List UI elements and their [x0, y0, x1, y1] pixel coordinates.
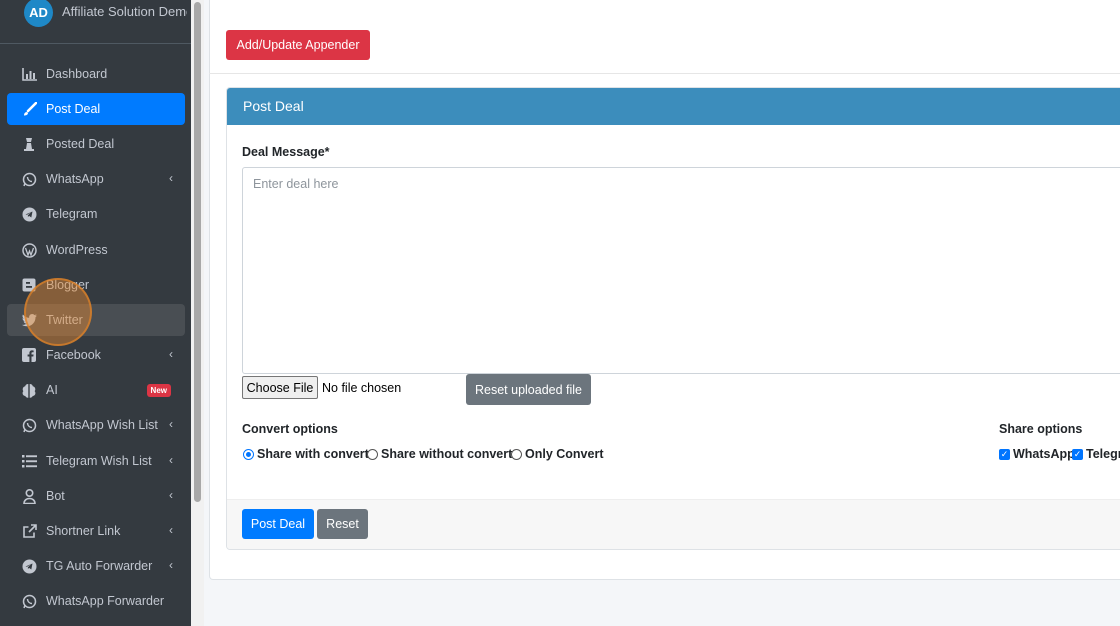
whatsapp-icon	[21, 417, 37, 433]
user-icon	[21, 488, 37, 504]
choose-file-button[interactable]: Choose File	[242, 376, 318, 399]
telegram-icon	[21, 558, 37, 574]
sidebar-item-label: WhatsApp Wish List	[46, 418, 158, 432]
radio-share-with-convert[interactable]: Share with convert	[243, 447, 369, 461]
sidebar-item-posted-deal[interactable]: Posted Deal	[7, 128, 185, 160]
sidebar-item-label: WhatsApp	[46, 172, 104, 186]
divider	[209, 73, 1120, 74]
sidebar-item-label: WordPress	[46, 243, 108, 257]
checkbox-label: Telegr	[1086, 447, 1120, 461]
sidebar-item-label: Post Deal	[46, 102, 101, 116]
paint-brush-icon	[21, 101, 37, 117]
whatsapp-icon	[21, 171, 37, 187]
sidebar-item-label: Twitter	[46, 313, 83, 327]
checkbox-whatsapp[interactable]: ✓ WhatsApp	[999, 447, 1075, 461]
sidebar-item-label: Telegram Wish List	[46, 454, 152, 468]
sidebar-item-label: Blogger	[46, 278, 90, 292]
sidebar-item-telegram-wish-list[interactable]: Telegram Wish List ‹	[7, 445, 185, 477]
deal-message-input[interactable]	[242, 167, 1120, 374]
radio-unselected[interactable]	[367, 448, 378, 460]
sidebar-item-label: WhatsApp Forwarder	[46, 594, 165, 608]
list-icon	[21, 453, 37, 469]
chevron-left-icon: ‹	[169, 453, 173, 467]
brain-icon	[21, 382, 37, 398]
sidebar-item-dashboard[interactable]: Dashboard	[7, 58, 185, 90]
checkbox-checked[interactable]: ✓	[999, 448, 1010, 460]
sidebar-item-post-deal[interactable]: Post Deal	[7, 93, 185, 125]
external-link-icon	[21, 523, 37, 539]
sidebar-item-shortner-link[interactable]: Shortner Link ‹	[7, 515, 185, 547]
chevron-left-icon: ‹	[169, 488, 173, 502]
sidebar-item-bot[interactable]: Bot ‹	[7, 480, 185, 512]
checkbox-telegram[interactable]: ✓ Telegr	[1072, 447, 1120, 461]
facebook-icon	[21, 347, 37, 363]
chart-bar-icon	[21, 66, 37, 82]
convert-options-title: Convert options	[242, 422, 338, 436]
reset-button[interactable]: Reset	[317, 509, 368, 539]
radio-share-without-convert[interactable]: Share without convert	[367, 447, 512, 461]
sidebar: AD Affiliate Solution Demo Dashboard Pos…	[0, 0, 191, 626]
reset-uploaded-file-button[interactable]: Reset uploaded file	[466, 374, 591, 405]
card-title: Post Deal	[243, 98, 304, 114]
sidebar-item-label: Telegram	[46, 207, 98, 221]
radio-label: Share without convert	[381, 447, 513, 461]
sidebar-item-label: Posted Deal	[46, 137, 115, 151]
new-badge: New	[146, 384, 171, 397]
chevron-left-icon: ‹	[169, 171, 173, 185]
sidebar-item-label: TG Auto Forwarder	[46, 559, 153, 573]
blogger-icon	[21, 277, 37, 293]
sidebar-item-twitter[interactable]: Twitter	[7, 304, 185, 336]
chess-rook-icon	[21, 136, 37, 152]
sidebar-item-facebook[interactable]: Facebook ‹	[7, 339, 185, 371]
chevron-left-icon: ‹	[169, 558, 173, 572]
sidebar-item-whatsapp-forwarder[interactable]: WhatsApp Forwarder	[7, 585, 185, 617]
whatsapp-icon	[21, 593, 37, 609]
card-header: Post Deal	[227, 88, 1120, 125]
sidebar-item-blogger[interactable]: Blogger	[7, 269, 185, 301]
wordpress-icon	[21, 242, 37, 258]
twitter-icon	[21, 312, 37, 328]
chevron-left-icon: ‹	[169, 347, 173, 361]
file-status: No file chosen	[322, 381, 402, 395]
sidebar-item-label: Shortner Link	[46, 524, 121, 538]
radio-unselected[interactable]	[511, 448, 522, 460]
brand[interactable]: AD Affiliate Solution Demo	[0, 0, 191, 44]
post-deal-button[interactable]: Post Deal	[242, 509, 314, 539]
avatar[interactable]: AD	[24, 0, 53, 27]
radio-label: Only Convert	[525, 447, 604, 461]
sidebar-item-whatsapp-wish-list[interactable]: WhatsApp Wish List ‹	[7, 409, 185, 441]
sidebar-item-label: Bot	[46, 489, 65, 503]
telegram-icon	[21, 206, 37, 222]
radio-label: Share with convert	[257, 447, 369, 461]
sidebar-item-ai[interactable]: AI New	[7, 374, 185, 406]
brand-name[interactable]: Affiliate Solution Demo	[62, 4, 187, 19]
sidebar-item-label: Facebook	[46, 348, 101, 362]
add-update-appender-button[interactable]: Add/Update Appender	[226, 30, 370, 60]
sidebar-scrollbar-thumb[interactable]	[194, 2, 201, 502]
checkbox-checked[interactable]: ✓	[1072, 448, 1083, 460]
sidebar-item-tg-auto-forwarder[interactable]: TG Auto Forwarder ‹	[7, 550, 185, 582]
sidebar-item-telegram[interactable]: Telegram	[7, 198, 185, 230]
share-options-title: Share options	[999, 422, 1083, 436]
sidebar-item-label: Dashboard	[46, 67, 108, 81]
sidebar-item-label: AI	[46, 383, 58, 397]
sidebar-item-wordpress[interactable]: WordPress	[7, 234, 185, 266]
radio-only-convert[interactable]: Only Convert	[511, 447, 604, 461]
chevron-left-icon: ‹	[169, 523, 173, 537]
chevron-left-icon: ‹	[169, 417, 173, 431]
radio-selected[interactable]	[243, 448, 254, 460]
checkbox-label: WhatsApp	[1013, 447, 1075, 461]
deal-message-label: Deal Message*	[242, 145, 330, 159]
sidebar-item-whatsapp[interactable]: WhatsApp ‹	[7, 163, 185, 195]
